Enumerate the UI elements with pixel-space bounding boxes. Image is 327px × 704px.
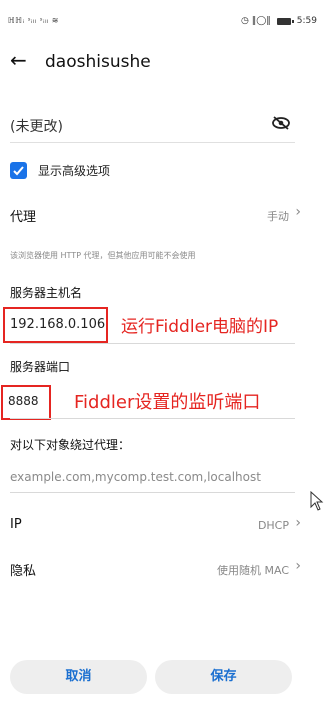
bypass-underline — [10, 492, 295, 493]
back-arrow-icon[interactable]: ← — [10, 48, 27, 72]
signal-icons: ℍℍᵢ ˢᵢₗₗ ˢᵢₗₗ ≋ — [8, 16, 59, 25]
cancel-button[interactable]: 取消 — [10, 660, 147, 694]
password-value: (未更改) — [10, 119, 63, 135]
status-bar: ℍℍᵢ ˢᵢₗₗ ˢᵢₗₗ ≋ ◷ ‖◯‖ 5:59 — [0, 0, 327, 40]
port-label: 服务器端口 — [10, 360, 71, 374]
port-annotation: Fiddler设置的监听端口 — [74, 392, 261, 413]
password-field[interactable]: (未更改) — [10, 110, 295, 143]
save-button[interactable]: 保存 — [155, 660, 292, 694]
port-underline — [10, 418, 295, 419]
chevron-right-icon[interactable]: › — [295, 204, 301, 220]
proxy-value[interactable]: 手动 — [267, 208, 289, 224]
eye-off-icon[interactable] — [271, 116, 291, 130]
ip-value[interactable]: DHCP — [258, 519, 289, 532]
chevron-right-icon[interactable]: › — [295, 558, 301, 574]
battery-icon — [276, 17, 294, 25]
bypass-label: 对以下对象绕过代理： — [10, 438, 131, 452]
bypass-input[interactable]: example.com,mycomp.test.com,localhost — [10, 470, 261, 484]
advanced-options-checkbox[interactable] — [10, 162, 27, 179]
port-input[interactable]: 8888 — [8, 394, 39, 408]
check-icon — [13, 166, 24, 176]
privacy-value[interactable]: 使用随机 MAC — [217, 562, 289, 578]
ip-label: IP — [10, 517, 22, 532]
mouse-cursor-icon — [310, 491, 324, 511]
hostname-label: 服务器主机名 — [10, 286, 83, 300]
hostname-annotation: 运行Fiddler电脑的IP — [121, 317, 279, 337]
hostname-underline — [10, 343, 295, 344]
proxy-hint: 该浏览器使用 HTTP 代理，但其他应用可能不会使用 — [10, 251, 196, 260]
proxy-label: 代理 — [10, 210, 37, 225]
page-title: daoshisushe — [45, 52, 151, 72]
status-right: ◷ ‖◯‖ 5:59 — [241, 16, 317, 26]
status-time: 5:59 — [296, 16, 317, 26]
hostname-input[interactable]: 192.168.0.106 — [10, 317, 105, 332]
chevron-right-icon[interactable]: › — [295, 515, 301, 531]
status-icons: ◷ ‖◯‖ — [240, 16, 271, 26]
privacy-label: 隐私 — [10, 564, 37, 579]
advanced-options-label: 显示高级选项 — [38, 164, 111, 178]
